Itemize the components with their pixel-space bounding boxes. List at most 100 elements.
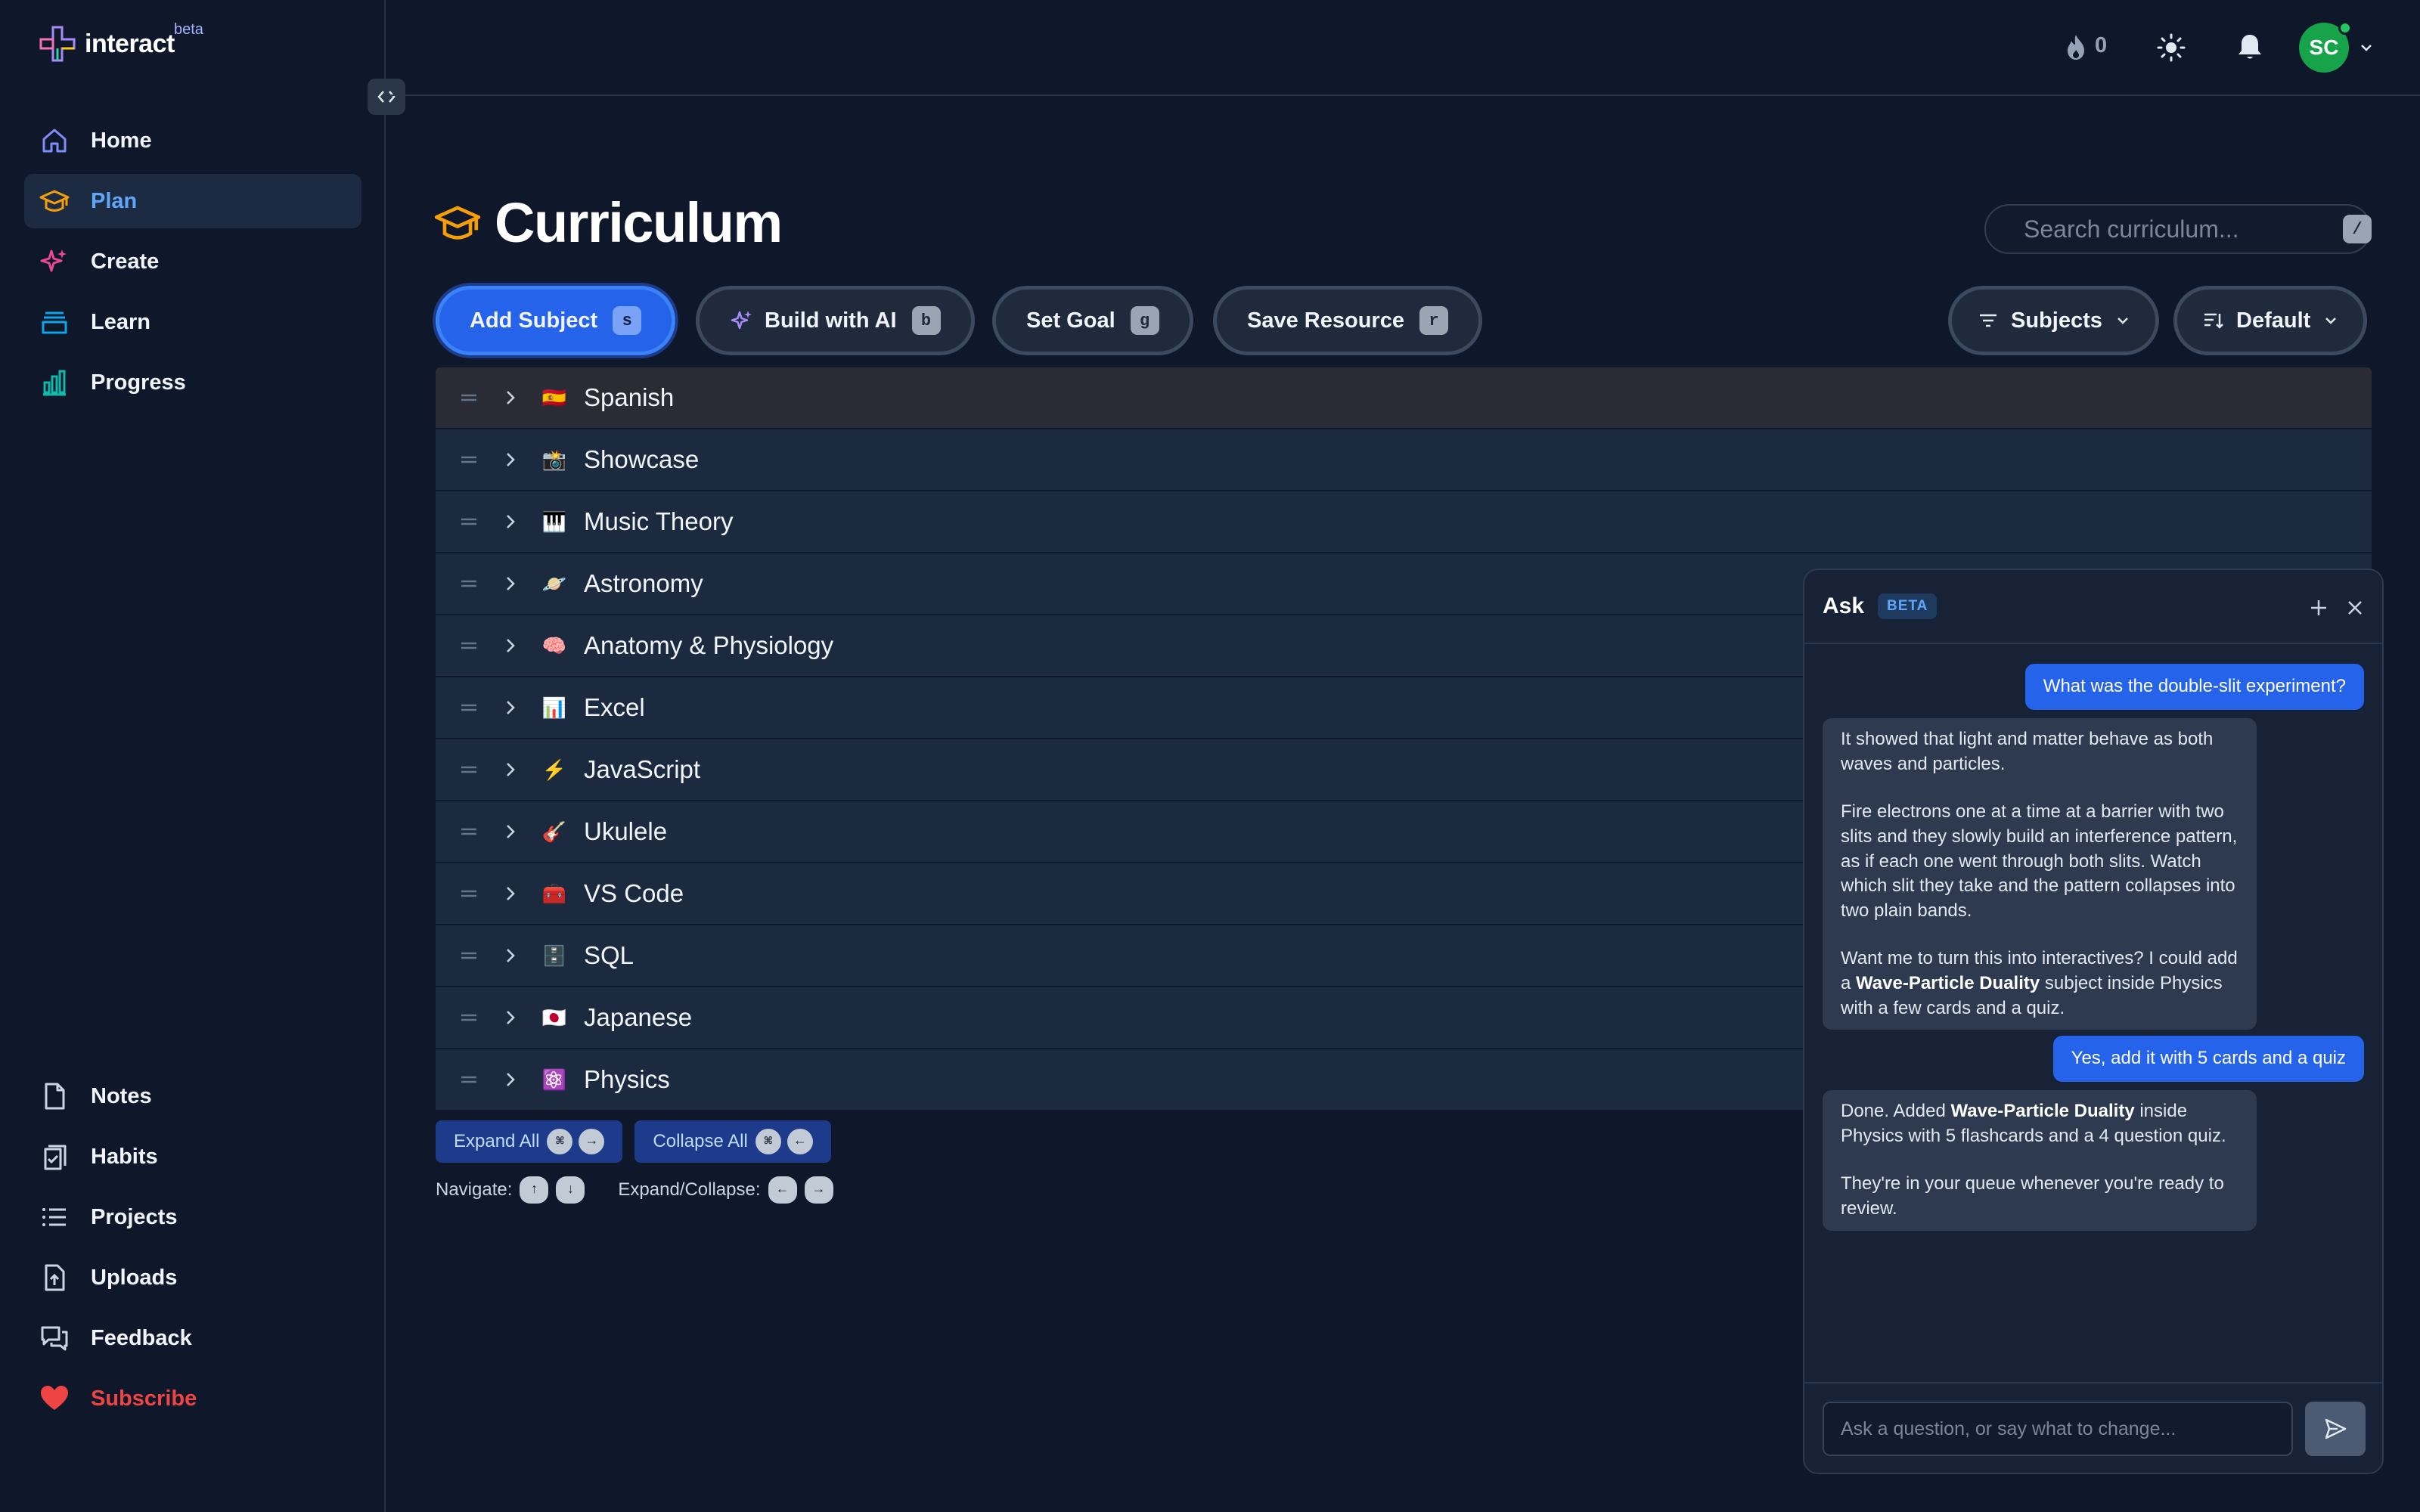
drag-handle-icon[interactable] bbox=[458, 635, 479, 656]
nav-plan-label: Plan bbox=[91, 188, 138, 213]
chevron-right-icon[interactable] bbox=[501, 636, 520, 655]
nav-projects[interactable]: Projects bbox=[24, 1190, 361, 1244]
set-goal-button[interactable]: Set Goal g bbox=[992, 286, 1193, 355]
navigate-hint-label: Navigate: bbox=[436, 1179, 513, 1200]
search-box[interactable]: / bbox=[1984, 204, 2372, 254]
right-arrow-key: → bbox=[804, 1176, 833, 1204]
drag-handle-icon[interactable] bbox=[458, 387, 479, 408]
chevron-right-icon[interactable] bbox=[501, 698, 520, 717]
drag-handle-icon[interactable] bbox=[458, 697, 479, 718]
ask-panel: Ask BETA What was the double-slit experi… bbox=[1803, 569, 2384, 1474]
build-with-ai-label: Build with AI bbox=[765, 308, 897, 333]
nav-learn[interactable]: Learn bbox=[24, 295, 361, 349]
nav-notes-label: Notes bbox=[91, 1083, 152, 1108]
send-button[interactable] bbox=[2305, 1402, 2366, 1456]
subject-emoji-icon: 🎸 bbox=[541, 820, 567, 843]
cmd-key: ⌘ bbox=[755, 1129, 781, 1154]
sort-dropdown[interactable]: Default bbox=[2173, 286, 2368, 355]
drag-handle-icon[interactable] bbox=[458, 759, 479, 780]
chevron-right-icon[interactable] bbox=[501, 574, 520, 593]
drag-handle-icon[interactable] bbox=[458, 821, 479, 842]
subject-name: Ukulele bbox=[584, 817, 668, 845]
subject-emoji-icon: 🎹 bbox=[541, 510, 567, 533]
subject-row[interactable]: 🇪🇸 Spanish bbox=[436, 367, 2372, 429]
collapse-all-button[interactable]: Collapse All ⌘ ← bbox=[634, 1120, 831, 1163]
subject-name: Anatomy & Physiology bbox=[584, 631, 834, 659]
app-name: interact bbox=[85, 29, 175, 58]
subject-emoji-icon: 🧠 bbox=[541, 634, 567, 657]
drag-handle-icon[interactable] bbox=[458, 883, 479, 904]
app-logo[interactable]: interact beta bbox=[38, 21, 203, 64]
expand-all-label: Expand All bbox=[454, 1131, 540, 1151]
send-icon bbox=[2325, 1418, 2347, 1439]
chat-bubbles-icon bbox=[41, 1326, 68, 1351]
flame-icon[interactable] bbox=[2059, 30, 2093, 65]
nav-home[interactable]: Home bbox=[24, 113, 361, 168]
drag-handle-icon[interactable] bbox=[458, 945, 479, 966]
set-goal-shortcut: g bbox=[1130, 306, 1159, 335]
nav-feedback[interactable]: Feedback bbox=[24, 1311, 361, 1365]
upload-icon bbox=[45, 1264, 65, 1291]
nav-habits-label: Habits bbox=[91, 1144, 158, 1169]
sparkles-icon bbox=[731, 311, 752, 330]
chevron-right-icon[interactable] bbox=[501, 1008, 520, 1027]
nav-create[interactable]: Create bbox=[24, 234, 361, 289]
chevron-right-icon[interactable] bbox=[501, 760, 520, 779]
subject-name: Astronomy bbox=[584, 569, 703, 597]
subject-name: SQL bbox=[584, 941, 634, 969]
nav-subscribe[interactable]: Subscribe bbox=[24, 1371, 361, 1426]
nav-learn-label: Learn bbox=[91, 309, 150, 334]
keyboard-hints: Navigate: ↑ ↓ Expand/Collapse: ← → bbox=[436, 1176, 833, 1204]
user-message: Yes, add it with 5 cards and a quiz bbox=[2052, 1036, 2364, 1082]
chevron-right-icon[interactable] bbox=[501, 884, 520, 903]
subject-name: Excel bbox=[584, 693, 645, 721]
chevron-right-icon[interactable] bbox=[501, 946, 520, 965]
save-resource-button[interactable]: Save Resource r bbox=[1213, 286, 1482, 355]
subjects-filter-label: Subjects bbox=[2011, 308, 2102, 333]
left-arrow-key: ← bbox=[768, 1176, 797, 1204]
nav-progress[interactable]: Progress bbox=[24, 355, 361, 410]
user-message: What was the double-slit experiment? bbox=[2024, 664, 2364, 710]
nav-habits[interactable]: Habits bbox=[24, 1129, 361, 1184]
expand-all-button[interactable]: Expand All ⌘ → bbox=[436, 1120, 623, 1163]
ask-beta-badge: BETA bbox=[1878, 593, 1938, 619]
ask-input[interactable] bbox=[1823, 1402, 2293, 1456]
save-resource-shortcut: r bbox=[1419, 306, 1448, 335]
chevron-right-icon[interactable] bbox=[501, 450, 520, 469]
search-input[interactable] bbox=[2022, 214, 2343, 244]
chevron-right-icon[interactable] bbox=[501, 1070, 520, 1089]
nav-notes[interactable]: Notes bbox=[24, 1069, 361, 1123]
subject-row[interactable]: 🎹 Music Theory bbox=[436, 491, 2372, 553]
subject-emoji-icon: 🗄️ bbox=[541, 943, 567, 967]
drag-handle-icon[interactable] bbox=[458, 573, 479, 594]
chevron-right-icon[interactable] bbox=[501, 822, 520, 841]
nav-create-label: Create bbox=[91, 249, 160, 274]
drag-handle-icon[interactable] bbox=[458, 1069, 479, 1090]
drag-handle-icon[interactable] bbox=[458, 449, 479, 470]
drag-handle-icon[interactable] bbox=[458, 511, 479, 532]
close-icon[interactable] bbox=[2344, 597, 2366, 618]
add-subject-shortcut: s bbox=[613, 306, 642, 335]
up-arrow-key: ↑ bbox=[520, 1176, 549, 1204]
cmd-key: ⌘ bbox=[547, 1129, 573, 1154]
add-subject-button[interactable]: Add Subject s bbox=[436, 286, 676, 355]
subject-name: JavaScript bbox=[584, 755, 701, 783]
build-with-ai-button[interactable]: Build with AI b bbox=[696, 286, 975, 355]
subject-name: Showcase bbox=[584, 445, 700, 473]
drag-handle-icon[interactable] bbox=[458, 1007, 479, 1028]
bell-icon[interactable] bbox=[2232, 30, 2267, 65]
graduation-cap-icon bbox=[434, 206, 481, 240]
plus-icon[interactable] bbox=[2308, 597, 2329, 618]
chevron-right-icon[interactable] bbox=[501, 512, 520, 531]
subject-row[interactable]: 📸 Showcase bbox=[436, 429, 2372, 491]
collapse-all-label: Collapse All bbox=[653, 1131, 748, 1151]
sun-icon[interactable] bbox=[2154, 30, 2189, 65]
add-subject-label: Add Subject bbox=[470, 308, 598, 333]
chevron-down-icon bbox=[2325, 318, 2337, 324]
chevron-down-icon[interactable] bbox=[2358, 39, 2375, 56]
subjects-filter-dropdown[interactable]: Subjects bbox=[1948, 286, 2159, 355]
nav-plan[interactable]: Plan bbox=[24, 174, 361, 228]
chevron-right-icon[interactable] bbox=[501, 388, 520, 407]
subject-emoji-icon: ⚛️ bbox=[541, 1067, 567, 1091]
nav-uploads[interactable]: Uploads bbox=[24, 1250, 361, 1305]
